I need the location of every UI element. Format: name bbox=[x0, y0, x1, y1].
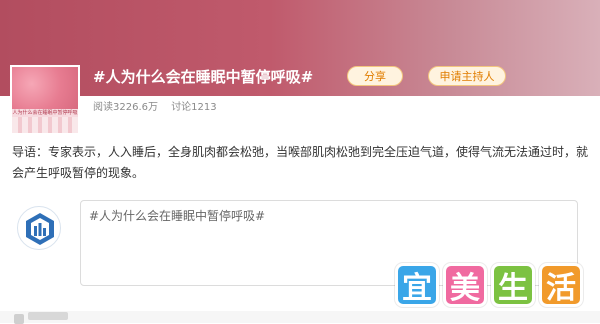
apply-host-button[interactable]: 申请主持人 bbox=[428, 66, 506, 86]
thumbnail-pattern bbox=[12, 117, 78, 133]
discussion-count: 讨论1213 bbox=[171, 102, 217, 113]
thumbnail-image bbox=[12, 67, 78, 109]
watermark-char-3: 生 bbox=[491, 263, 535, 307]
topic-thumbnail: 人为什么会在睡眠中暂停呼吸 bbox=[10, 65, 80, 135]
watermark-char-2: 美 bbox=[443, 263, 487, 307]
read-count: 阅读3226.6万 bbox=[93, 102, 158, 113]
avatar-logo-icon bbox=[26, 213, 54, 245]
topic-intro: 导语：专家表示，人入睡后，全身肌肉都会松弛，当喉部肌肉松弛到完全压迫气道，使得气… bbox=[12, 145, 589, 180]
watermark-char-1: 宜 bbox=[395, 263, 439, 307]
watermark-char-4: 活 bbox=[539, 263, 583, 307]
bottom-toolbar bbox=[0, 311, 600, 324]
share-button[interactable]: 分享 bbox=[347, 66, 403, 86]
thumbnail-caption: 人为什么会在睡眠中暂停呼吸 bbox=[12, 109, 78, 117]
composer-text: #人为什么会在睡眠中暂停呼吸# bbox=[89, 209, 266, 223]
topic-stats: 阅读3226.6万 讨论1213 bbox=[93, 98, 217, 113]
watermark-logo: 宜 美 生 活 bbox=[395, 263, 585, 311]
topic-title[interactable]: #人为什么会在睡眠中暂停呼吸# bbox=[93, 66, 313, 87]
toolbar-label-placeholder bbox=[28, 312, 68, 320]
user-avatar[interactable] bbox=[17, 206, 61, 250]
